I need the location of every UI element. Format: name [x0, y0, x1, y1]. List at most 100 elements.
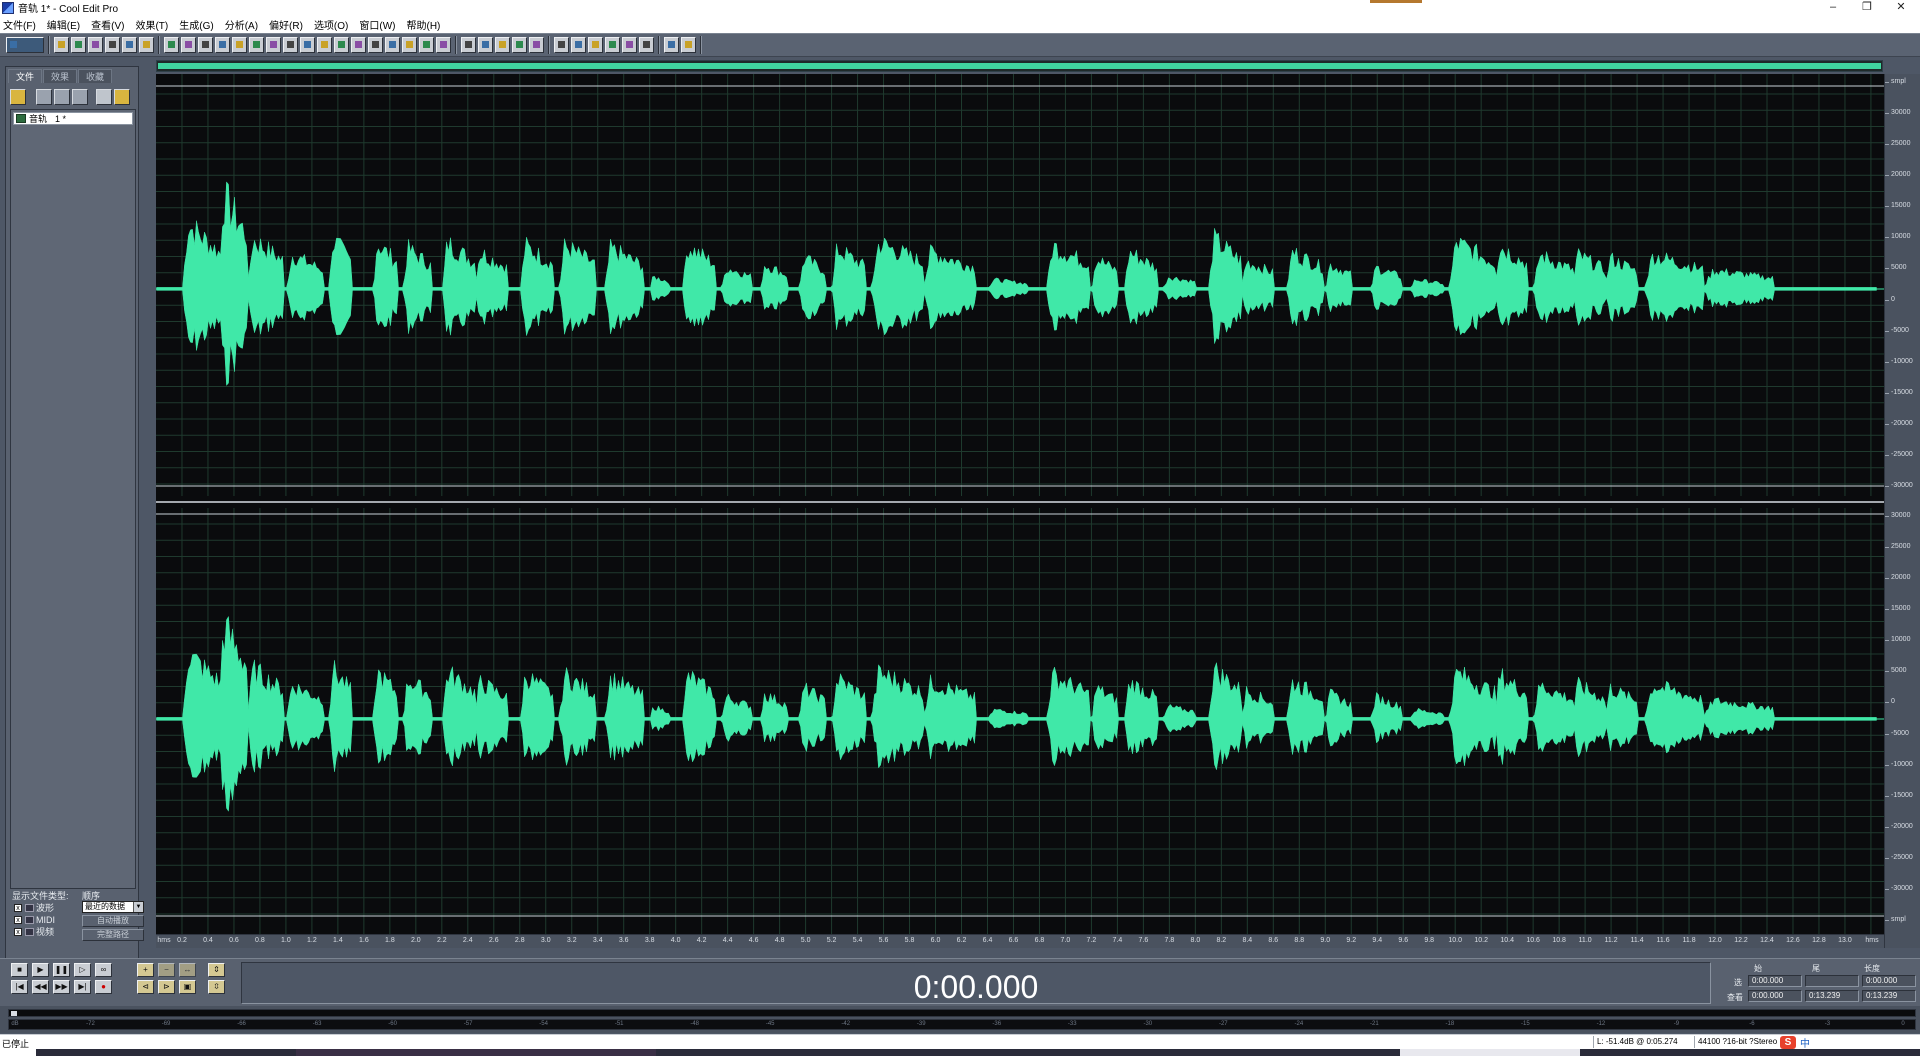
selection-end-field[interactable] — [1805, 975, 1859, 987]
repeat-last-icon[interactable] — [198, 37, 213, 53]
menu-help[interactable]: 帮助(H) — [407, 17, 441, 32]
menu-view[interactable]: 查看(V) — [91, 17, 124, 32]
type-waveform-checkbox[interactable]: x 波形 — [14, 902, 74, 913]
paste-new-icon[interactable] — [266, 37, 281, 53]
mixer-icon[interactable] — [622, 37, 637, 53]
mix-paste-icon[interactable] — [283, 37, 298, 53]
about-icon[interactable] — [664, 37, 679, 53]
ime-language[interactable]: 中 — [1800, 1035, 1810, 1050]
fast-forward-button[interactable]: ▶▶ — [53, 980, 70, 994]
envelope-icon[interactable] — [385, 37, 400, 53]
zoom-in-icon[interactable]: + — [137, 963, 154, 977]
edit-view-icon[interactable] — [588, 37, 603, 53]
zoom-out-vertical-icon[interactable]: ⇳ — [208, 980, 225, 994]
pause-button[interactable]: ❚❚ — [53, 963, 70, 977]
close-file-icon[interactable] — [105, 37, 120, 53]
waveform-view-icon[interactable] — [402, 37, 417, 53]
new-file-icon[interactable] — [54, 37, 69, 53]
waveform-display[interactable] — [156, 74, 1884, 948]
info-icon[interactable] — [681, 37, 696, 53]
undo-icon[interactable] — [164, 37, 179, 53]
view-end-field[interactable]: 0:13.239 — [1805, 990, 1859, 1002]
waveform-canvas[interactable] — [156, 74, 1884, 934]
menu-generate[interactable]: 生成(G) — [179, 17, 213, 32]
paste-icon[interactable] — [249, 37, 264, 53]
play-to-end-button[interactable]: ▷ — [74, 963, 91, 977]
menu-options[interactable]: 选项(O) — [314, 17, 348, 32]
menu-effects[interactable]: 效果(T) — [135, 17, 168, 32]
zoom-left-icon[interactable]: ⊲ — [137, 980, 154, 994]
open-file-icon[interactable] — [71, 37, 86, 53]
save-as-icon[interactable] — [139, 37, 154, 53]
restore-button[interactable]: ❐ — [1852, 0, 1882, 15]
settings-icon[interactable] — [529, 37, 544, 53]
preferences-icon[interactable] — [512, 37, 527, 53]
cut-icon[interactable] — [215, 37, 230, 53]
menu-edit[interactable]: 编辑(E) — [47, 17, 80, 32]
type-midi-checkbox[interactable]: x MIDI — [14, 914, 74, 925]
import-icon[interactable] — [54, 89, 70, 105]
spectral-view-icon[interactable] — [419, 37, 434, 53]
record-button[interactable]: ● — [95, 980, 112, 994]
save-icon[interactable] — [122, 37, 137, 53]
zoom-selection-icon[interactable]: ▣ — [179, 980, 196, 994]
ime-indicator[interactable]: S 中 — [1780, 1035, 1810, 1050]
tab-effects[interactable]: 效果 — [43, 69, 78, 83]
taskbar-item[interactable] — [296, 1049, 656, 1056]
menu-window[interactable]: 窗口(W) — [359, 17, 395, 32]
open-append-icon[interactable] — [88, 37, 103, 53]
view-begin-field[interactable]: 0:00.000 — [1748, 990, 1802, 1002]
menu-file[interactable]: 文件(F) — [3, 17, 36, 32]
open-folder-icon[interactable] — [10, 89, 26, 105]
zoom-out-icon[interactable]: − — [158, 963, 175, 977]
tab-files[interactable]: 文件 — [8, 69, 43, 83]
help-icon[interactable] — [571, 37, 586, 53]
full-path-button[interactable]: 完整路径 — [82, 929, 144, 941]
selection-length-field[interactable]: 0:00.000 — [1862, 975, 1916, 987]
stop-button[interactable]: ■ — [11, 963, 28, 977]
zoom-right-icon[interactable]: ⊳ — [158, 980, 175, 994]
list-item[interactable]: 音轨 1 * — [13, 112, 133, 125]
align-icon[interactable] — [605, 37, 620, 53]
scrollbar-thumb[interactable] — [11, 1011, 17, 1016]
zoom-full-icon[interactable]: ↔ — [179, 963, 196, 977]
snap-icon[interactable] — [351, 37, 366, 53]
rewind-button[interactable]: ◀◀ — [32, 980, 49, 994]
insert-into-multitrack-icon[interactable] — [96, 89, 112, 105]
spectral-bars-icon[interactable] — [436, 37, 451, 53]
visible-range-indicator[interactable] — [158, 63, 1881, 69]
cue-list-icon[interactable] — [478, 37, 493, 53]
zoom-in-vertical-icon[interactable]: ⇕ — [208, 963, 225, 977]
loop-button[interactable]: ∞ — [95, 963, 112, 977]
close-file-icon[interactable] — [36, 89, 52, 105]
multitrack-toggle-icon[interactable] — [6, 37, 44, 53]
play-button[interactable]: ▶ — [32, 963, 49, 977]
taskbar-item[interactable] — [1400, 1049, 1580, 1056]
export-icon[interactable] — [72, 89, 88, 105]
auto-play-button[interactable]: 自动播放 — [82, 915, 144, 927]
redo-icon[interactable] — [181, 37, 196, 53]
overview-range-bar[interactable] — [156, 60, 1883, 72]
properties-icon[interactable] — [639, 37, 654, 53]
script-icon[interactable] — [554, 37, 569, 53]
zoom-tool-icon[interactable] — [368, 37, 383, 53]
menu-favorites[interactable]: 偏好(R) — [269, 17, 303, 32]
trim-icon[interactable] — [300, 37, 315, 53]
crop-icon[interactable] — [334, 37, 349, 53]
meter-icon[interactable] — [461, 37, 476, 53]
go-to-start-button[interactable]: |◀ — [11, 980, 28, 994]
go-to-end-button[interactable]: ▶| — [74, 980, 91, 994]
copy-icon[interactable] — [232, 37, 247, 53]
type-video-checkbox[interactable]: x 视频 — [14, 926, 74, 937]
tab-favorites[interactable]: 收藏 — [78, 69, 113, 83]
minimize-button[interactable]: – — [1818, 0, 1848, 15]
sort-select[interactable]: 最近的数据 ▼ — [82, 901, 144, 913]
time-ruler[interactable]: hms 0.2 0.4 0.6 0.8 1.0 1.2 1.4 1.6 1.8 2.0 2.2 2.4 2… — [156, 934, 1884, 948]
delete-icon[interactable] — [317, 37, 332, 53]
view-length-field[interactable]: 0:13.239 — [1862, 990, 1916, 1002]
menu-analyze[interactable]: 分析(A) — [225, 17, 258, 32]
selection-begin-field[interactable]: 0:00.000 — [1748, 975, 1802, 987]
close-button[interactable]: ✕ — [1886, 0, 1916, 15]
play-list-icon[interactable] — [495, 37, 510, 53]
help-icon[interactable] — [114, 89, 130, 105]
